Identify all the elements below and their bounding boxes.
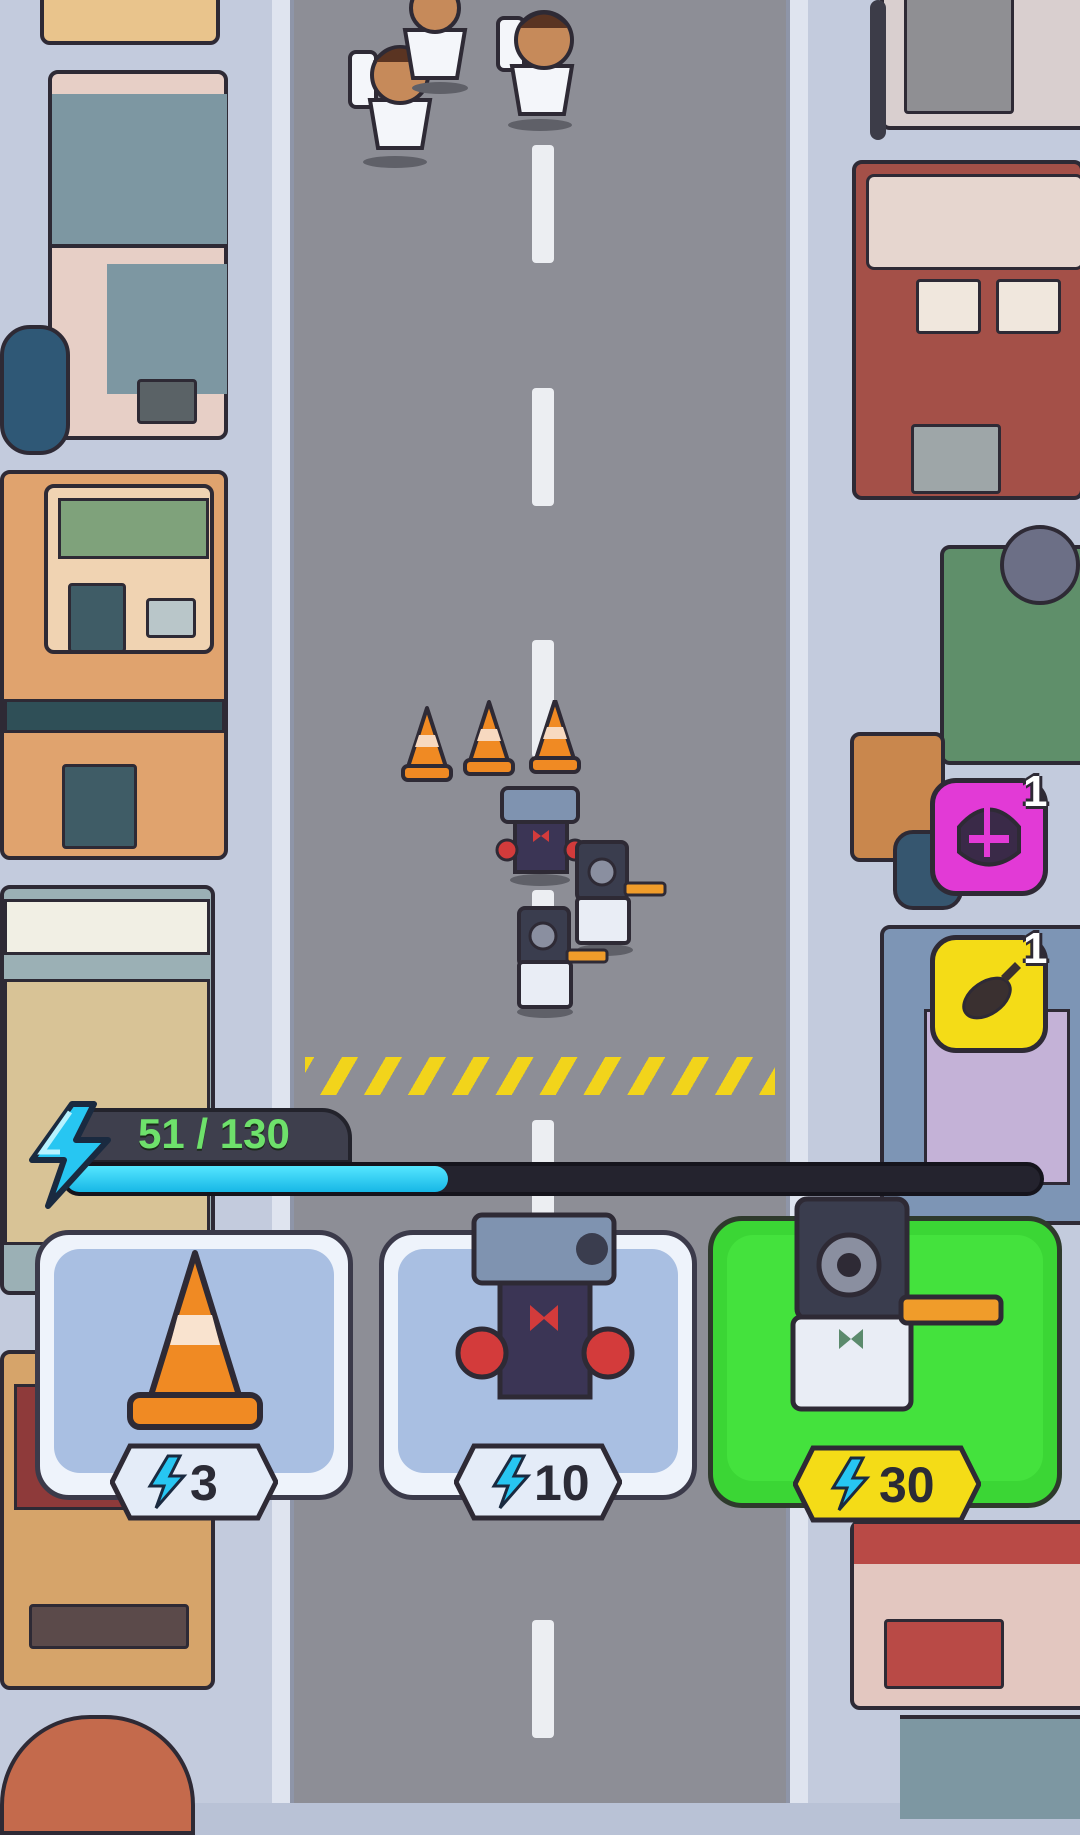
traffic-cone-icon xyxy=(127,1250,263,1430)
water-tank xyxy=(0,325,70,455)
deploy-zone-line xyxy=(305,1057,775,1095)
card-cost: 10 xyxy=(534,1455,590,1511)
building xyxy=(0,470,228,860)
chimney xyxy=(1000,525,1080,605)
toilet-enemy xyxy=(402,0,468,94)
speaker-man-icon xyxy=(790,1196,1004,1412)
card-cost-badge-selected: 30 xyxy=(793,1444,981,1524)
traffic-cone-unit xyxy=(401,706,453,782)
tv-man-icon xyxy=(455,1212,635,1400)
tv-man-unit xyxy=(495,786,587,886)
street-lamp xyxy=(870,0,886,140)
powerup-bomb-button[interactable]: 1 xyxy=(930,924,1048,1053)
powerup-count: 1 xyxy=(1023,767,1048,816)
powerup-shield-button[interactable]: 1 xyxy=(930,767,1048,896)
placed-units xyxy=(495,786,667,1018)
lane-dash xyxy=(532,388,554,506)
roof xyxy=(900,1715,1080,1819)
speaker-man-unit xyxy=(575,840,667,956)
card-cost: 3 xyxy=(190,1455,218,1511)
building xyxy=(48,70,228,440)
helmet-icon xyxy=(957,807,1021,867)
energy-counter: 51 / 130 xyxy=(138,1110,290,1157)
right-curb xyxy=(786,0,808,1803)
lane-dash xyxy=(532,1620,554,1738)
toilet-enemy xyxy=(496,10,575,131)
energy-bolt-icon xyxy=(29,1101,111,1209)
building xyxy=(40,0,220,45)
card-cost-badge: 3 xyxy=(110,1442,278,1522)
building xyxy=(880,0,1080,130)
left-curb xyxy=(272,0,294,1803)
building xyxy=(850,1520,1080,1710)
traffic-cone-unit xyxy=(529,700,581,774)
energy-bar-fill xyxy=(66,1166,449,1192)
building xyxy=(852,160,1080,500)
enemy-toilet-group xyxy=(348,0,575,168)
placed-cones xyxy=(401,700,581,782)
traffic-cone-unit xyxy=(463,700,515,776)
bomb-icon xyxy=(962,962,1021,1020)
card-cost: 30 xyxy=(879,1457,935,1513)
powerup-count: 1 xyxy=(1023,924,1048,973)
card-cost-badge: 10 xyxy=(454,1442,622,1522)
